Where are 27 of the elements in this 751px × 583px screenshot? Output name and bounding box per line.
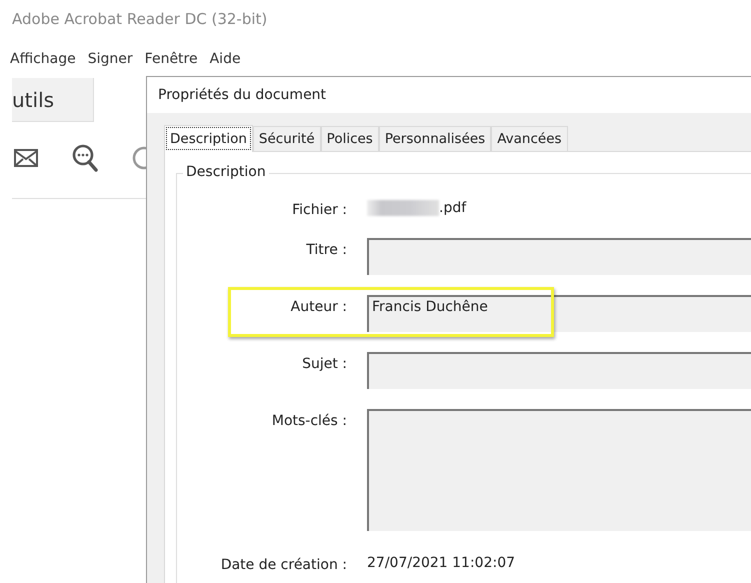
tools-tab[interactable]: utils: [12, 78, 94, 122]
menu-item[interactable]: Signer: [88, 51, 133, 67]
input-field[interactable]: [367, 352, 751, 389]
field-value: 27/07/2021 11:02:07: [367, 555, 516, 571]
input-field[interactable]: Francis Duchêne: [367, 295, 751, 332]
input-field[interactable]: [367, 238, 751, 275]
search-icon[interactable]: [72, 144, 98, 172]
app-title: Adobe Acrobat Reader DC (32-bit): [12, 10, 268, 28]
field-value: .pdf: [439, 200, 466, 216]
envelope-icon[interactable]: [14, 148, 38, 168]
dialog-title: Propriétés du document: [147, 77, 751, 113]
tab[interactable]: Polices: [320, 126, 379, 151]
field-label: Auteur :: [290, 298, 347, 317]
group-title: Description: [183, 164, 269, 180]
field-label: Mots-clés :: [270, 412, 347, 431]
menu-item[interactable]: Aide: [210, 51, 241, 67]
tab[interactable]: Description: [164, 125, 253, 152]
field-label: Sujet :: [301, 355, 347, 374]
field-label: Date de création :: [220, 556, 347, 573]
tab[interactable]: Personnalisées: [378, 126, 492, 151]
menu-item[interactable]: Affichage: [10, 51, 76, 67]
field-label: Fichier :: [291, 201, 347, 218]
tab[interactable]: Avancées: [491, 126, 568, 151]
field-label: Titre :: [305, 241, 347, 260]
menu-item[interactable]: Fenêtre: [144, 51, 198, 67]
input-field[interactable]: [367, 409, 751, 531]
tab[interactable]: Sécurité: [252, 126, 321, 151]
